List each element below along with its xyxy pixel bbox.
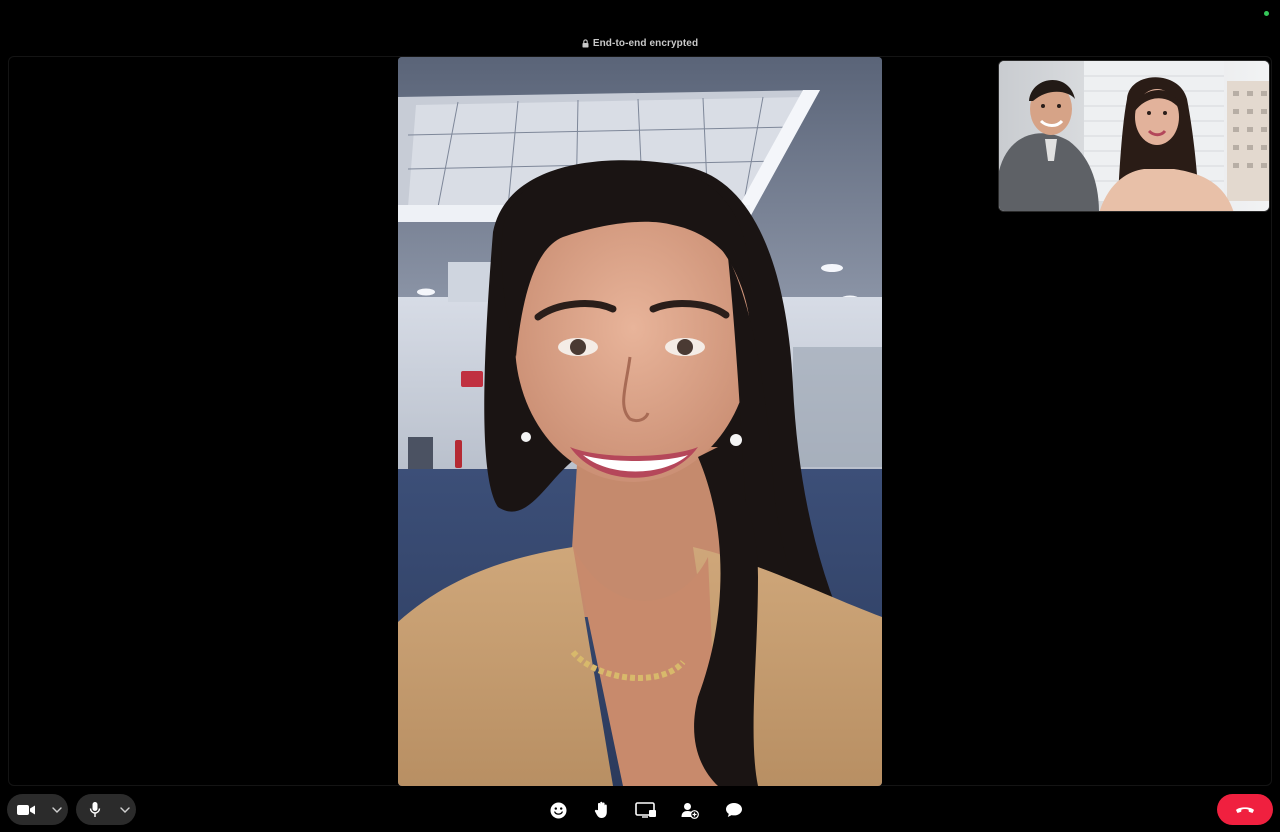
remote-video-frame bbox=[398, 57, 882, 786]
video-control-group bbox=[7, 794, 68, 825]
self-view-video[interactable] bbox=[998, 60, 1270, 212]
call-controls-toolbar bbox=[536, 796, 756, 824]
phone-hangup-icon bbox=[1236, 807, 1254, 813]
smiley-icon bbox=[550, 802, 566, 818]
raise-hand-button[interactable] bbox=[580, 796, 624, 824]
hand-icon bbox=[594, 801, 607, 818]
lock-icon bbox=[582, 39, 589, 48]
self-video-frame bbox=[999, 61, 1269, 211]
chevron-down-icon bbox=[120, 806, 130, 813]
video-camera-icon bbox=[17, 804, 36, 815]
encryption-banner: End-to-end encrypted bbox=[0, 38, 1280, 49]
person-add-icon bbox=[681, 802, 699, 819]
share-screen-button[interactable] bbox=[624, 796, 668, 824]
chat-button[interactable] bbox=[712, 796, 756, 824]
video-options-dropdown[interactable] bbox=[45, 794, 68, 825]
add-participant-button[interactable] bbox=[668, 796, 712, 824]
screen-share-icon bbox=[635, 802, 656, 818]
chat-bubble-icon bbox=[726, 803, 742, 817]
video-toggle-button[interactable] bbox=[7, 794, 45, 825]
microphone-icon bbox=[89, 802, 100, 817]
end-call-button[interactable] bbox=[1217, 794, 1273, 825]
connection-status-indicator bbox=[1264, 11, 1269, 16]
reactions-button[interactable] bbox=[536, 796, 580, 824]
microphone-options-dropdown[interactable] bbox=[114, 794, 137, 825]
encryption-label: End-to-end encrypted bbox=[592, 38, 699, 49]
chevron-down-icon bbox=[51, 806, 62, 813]
video-call-window: End-to-end encrypted bbox=[0, 0, 1280, 832]
microphone-control-group bbox=[76, 794, 136, 825]
microphone-toggle-button[interactable] bbox=[76, 794, 114, 825]
remote-participant-video[interactable] bbox=[398, 57, 882, 786]
